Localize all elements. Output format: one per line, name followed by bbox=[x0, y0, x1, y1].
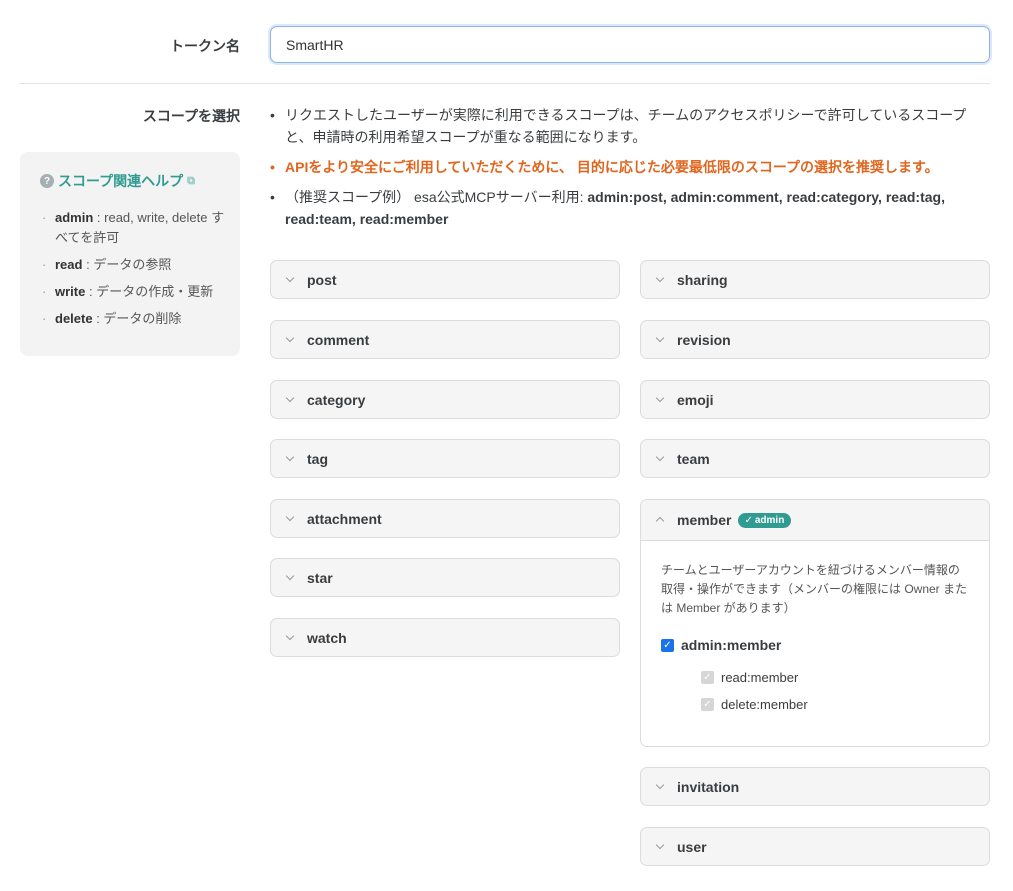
read-member-checkbox: ✓ bbox=[701, 671, 714, 684]
delete-member-checkbox-row: ✓ delete:member bbox=[701, 697, 808, 712]
chevron-down-icon bbox=[287, 393, 307, 407]
scope-card-sharing[interactable]: sharing bbox=[640, 260, 990, 299]
scope-card-category[interactable]: category bbox=[270, 380, 620, 419]
scope-card-team[interactable]: team bbox=[640, 439, 990, 478]
help-list: admin : read, write, delete すべてを許可 read … bbox=[40, 208, 226, 329]
chevron-down-icon bbox=[657, 393, 677, 407]
scope-select-label: スコープを選択 bbox=[142, 108, 240, 124]
read-member-checkbox-row: ✓ read:member bbox=[701, 670, 798, 685]
admin-member-checkbox[interactable]: ✓ bbox=[661, 638, 674, 652]
chevron-down-icon bbox=[287, 512, 307, 526]
member-card-header[interactable]: member ✓ admin bbox=[641, 500, 989, 541]
admin-badge: ✓ admin bbox=[738, 512, 792, 528]
chevron-down-icon bbox=[287, 333, 307, 347]
delete-member-label: delete:member bbox=[721, 697, 808, 712]
chevron-down-icon bbox=[657, 333, 677, 347]
scope-card-tag[interactable]: tag bbox=[270, 439, 620, 478]
scope-card-invitation[interactable]: invitation bbox=[640, 767, 990, 806]
help-icon: ? bbox=[40, 174, 54, 188]
help-item-read: read : データの参照 bbox=[40, 255, 226, 275]
member-description: チームとユーザーアカウントを紐づけるメンバー情報の取得・操作ができます（メンバー… bbox=[661, 563, 968, 615]
scope-card-star[interactable]: star bbox=[270, 558, 620, 597]
scope-card-watch[interactable]: watch bbox=[270, 618, 620, 657]
external-link-icon: ⧉ bbox=[187, 174, 196, 187]
scope-card-user[interactable]: user bbox=[640, 827, 990, 866]
scope-card-member: member ✓ admin チームとユーザーアカウントを紐づけるメンバー情報の取… bbox=[640, 499, 990, 747]
help-item-delete: delete : データの削除 bbox=[40, 309, 226, 329]
admin-member-checkbox-row[interactable]: ✓ admin:member bbox=[661, 637, 781, 653]
scope-card-comment[interactable]: comment bbox=[270, 320, 620, 359]
check-icon: ✓ bbox=[744, 514, 753, 526]
scope-help-link[interactable]: ? スコープ関連ヘルプ ⧉ bbox=[40, 171, 226, 191]
note-warning: APIをより安全にご利用していただくために、 目的に応じた必要最低限のスコープの… bbox=[268, 156, 988, 178]
chevron-down-icon bbox=[657, 780, 677, 794]
chevron-down-icon bbox=[657, 840, 677, 854]
help-item-admin: admin : read, write, delete すべてを許可 bbox=[40, 208, 226, 248]
note-policy: リクエストしたユーザーが実際に利用できるスコープは、チームのアクセスポリシーで許… bbox=[268, 104, 988, 148]
chevron-down-icon bbox=[287, 571, 307, 585]
scope-notes: リクエストしたユーザーが実際に利用できるスコープは、チームのアクセスポリシーで許… bbox=[268, 104, 988, 238]
chevron-down-icon bbox=[287, 452, 307, 466]
scope-card-revision[interactable]: revision bbox=[640, 320, 990, 359]
help-item-write: write : データの作成・更新 bbox=[40, 282, 226, 302]
chevron-up-icon bbox=[657, 513, 677, 527]
scope-card-attachment[interactable]: attachment bbox=[270, 499, 620, 538]
delete-member-checkbox: ✓ bbox=[701, 698, 714, 711]
chevron-down-icon bbox=[657, 273, 677, 287]
admin-member-label: admin:member bbox=[681, 637, 782, 653]
scope-card-emoji[interactable]: emoji bbox=[640, 380, 990, 419]
scope-help-title: スコープ関連ヘルプ bbox=[58, 173, 184, 189]
chevron-down-icon bbox=[287, 273, 307, 287]
scope-card-post[interactable]: post bbox=[270, 260, 620, 299]
divider bbox=[19, 83, 990, 84]
read-member-label: read:member bbox=[721, 670, 799, 685]
scope-help-box: ? スコープ関連ヘルプ ⧉ admin : read, write, delet… bbox=[20, 152, 240, 356]
chevron-down-icon bbox=[657, 452, 677, 466]
chevron-down-icon bbox=[287, 631, 307, 645]
token-name-input[interactable] bbox=[270, 26, 990, 63]
token-name-label: トークン名 bbox=[170, 38, 240, 54]
note-example: （推奨スコープ例） esa公式MCPサーバー利用: admin:post, ad… bbox=[268, 186, 988, 230]
